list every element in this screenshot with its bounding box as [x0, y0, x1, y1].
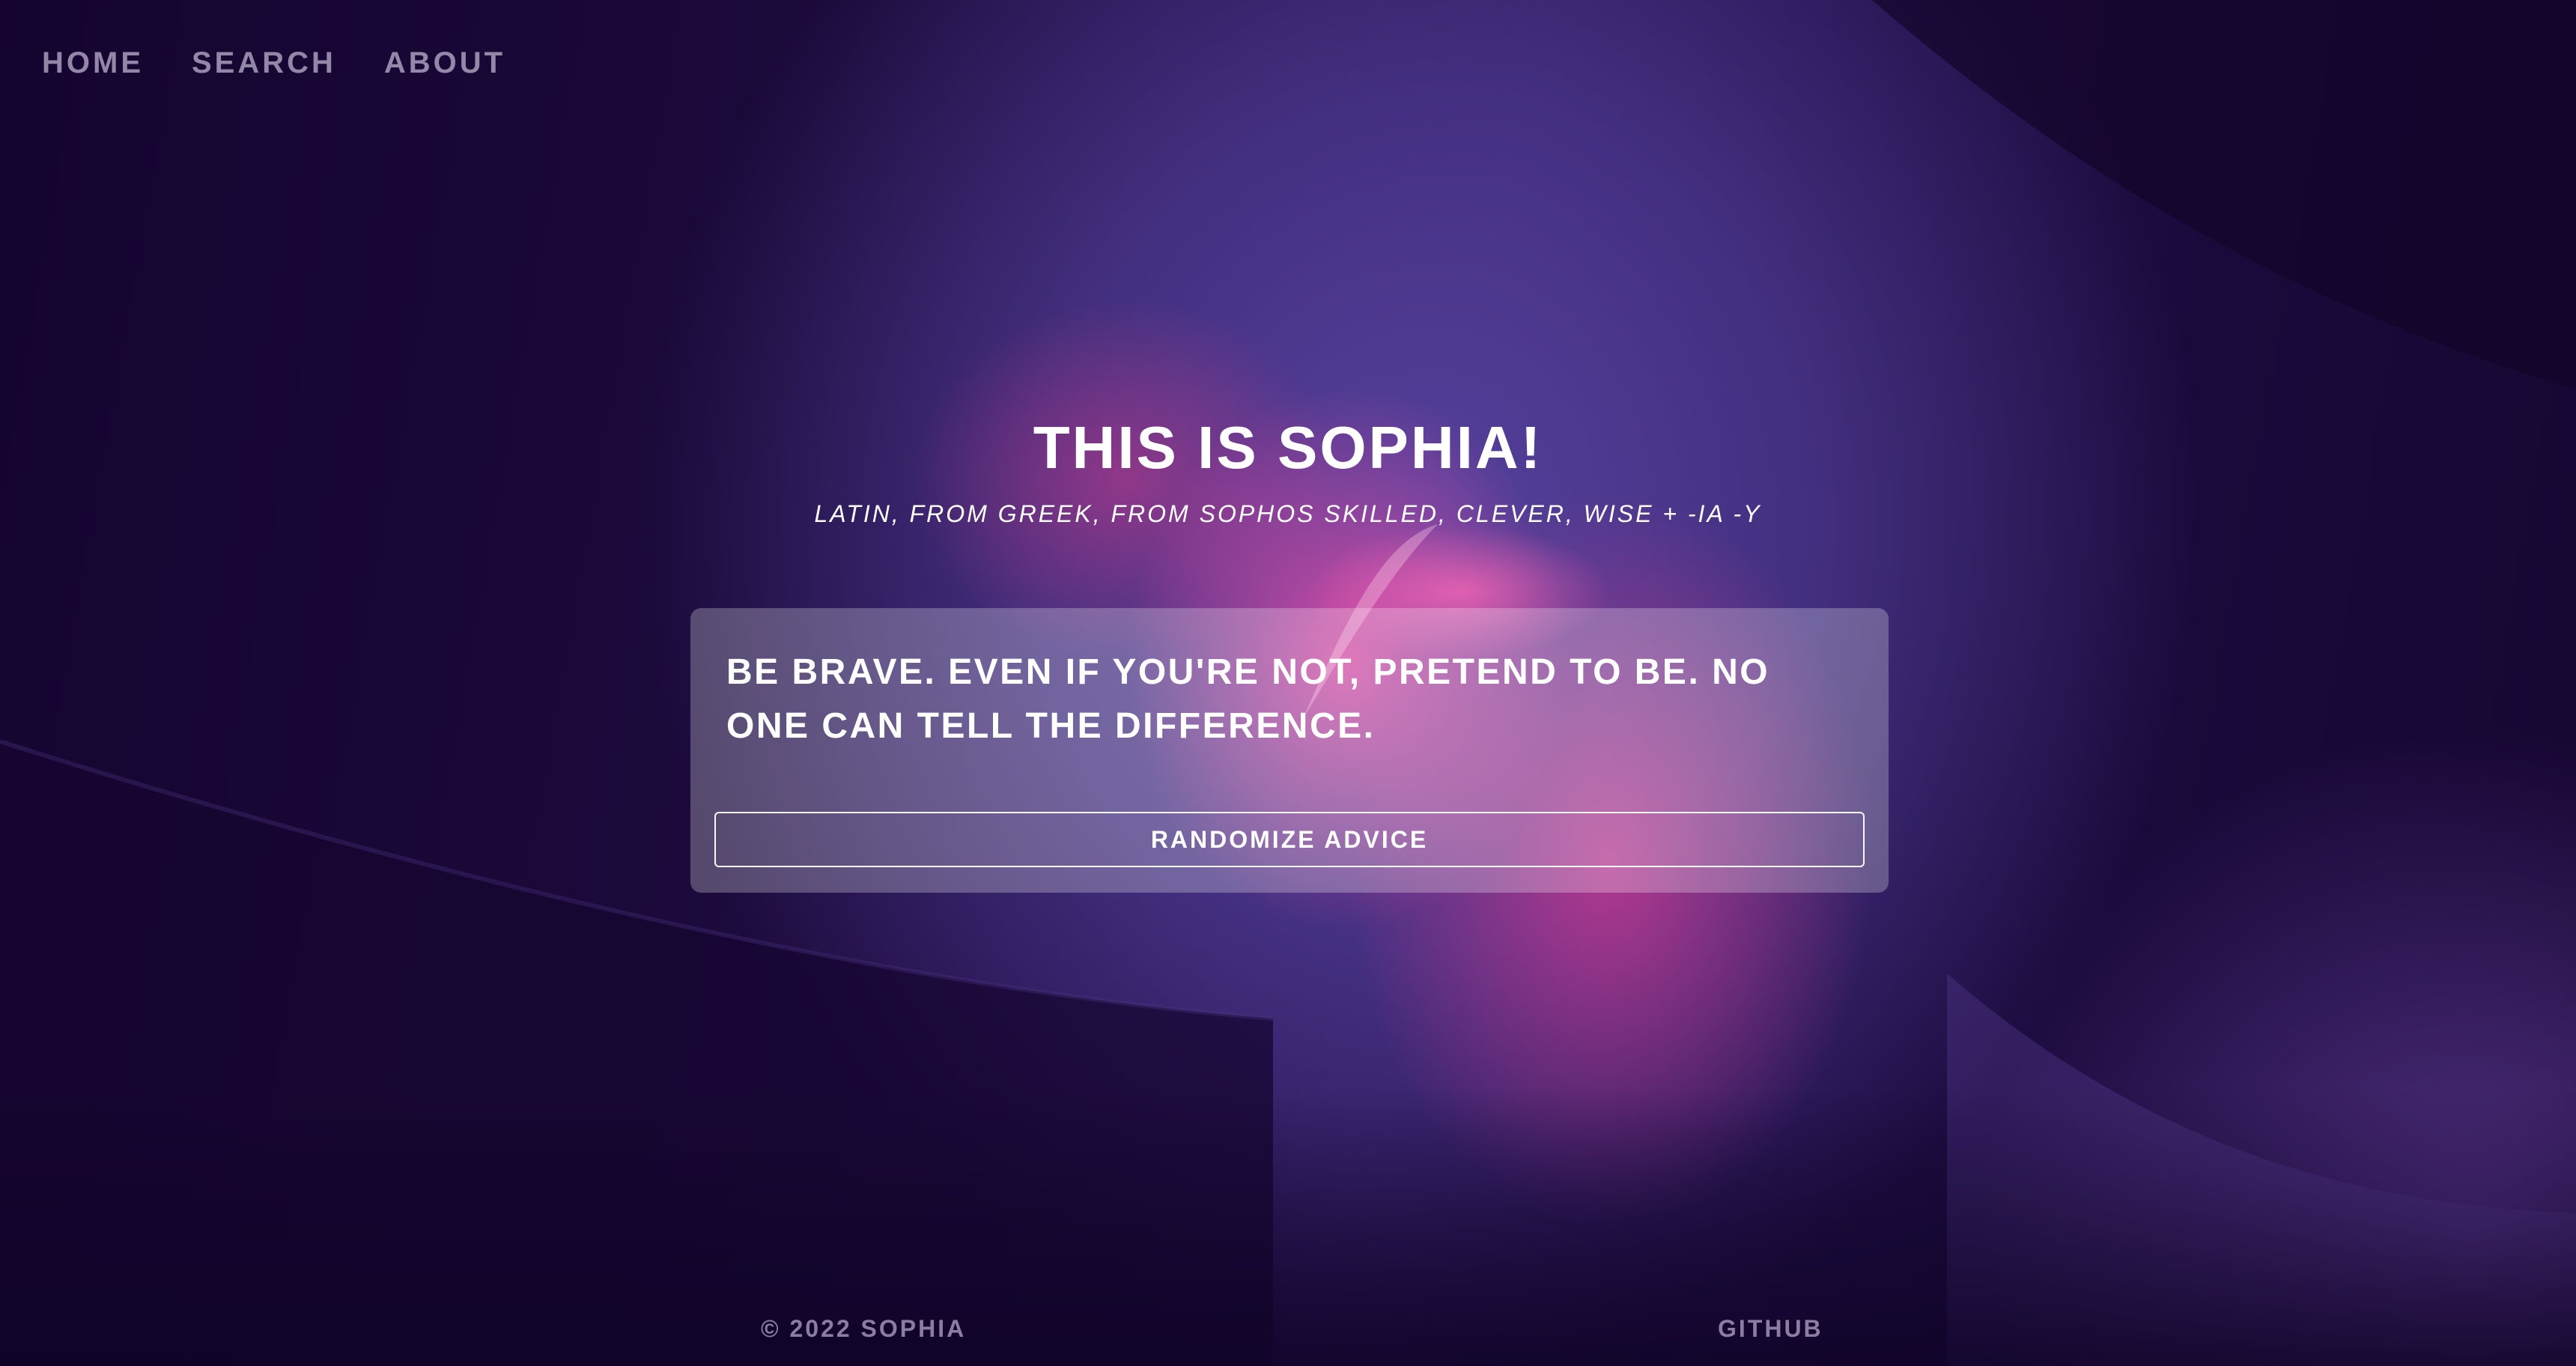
nav-item-about[interactable]: ABOUT	[384, 46, 505, 80]
nav-item-search[interactable]: SEARCH	[192, 46, 336, 80]
randomize-advice-button[interactable]: RANDOMIZE ADVICE	[714, 812, 1865, 867]
footer-copyright: © 2022 SOPHIA	[761, 1315, 967, 1342]
top-nav: HOME SEARCH ABOUT	[42, 46, 505, 80]
advice-text: BE BRAVE. EVEN IF YOU'RE NOT, PRETEND TO…	[726, 652, 1770, 746]
advice-card: BE BRAVE. EVEN IF YOU'RE NOT, PRETEND TO…	[690, 608, 1889, 893]
footer-github-link[interactable]: GITHUB	[1718, 1315, 1823, 1343]
page-title: THIS IS SOPHIA!	[1033, 414, 1543, 481]
nav-item-home[interactable]: HOME	[42, 46, 144, 80]
page-subtitle: LATIN, FROM GREEK, FROM SOPHOS SKILLED, …	[814, 500, 1762, 527]
